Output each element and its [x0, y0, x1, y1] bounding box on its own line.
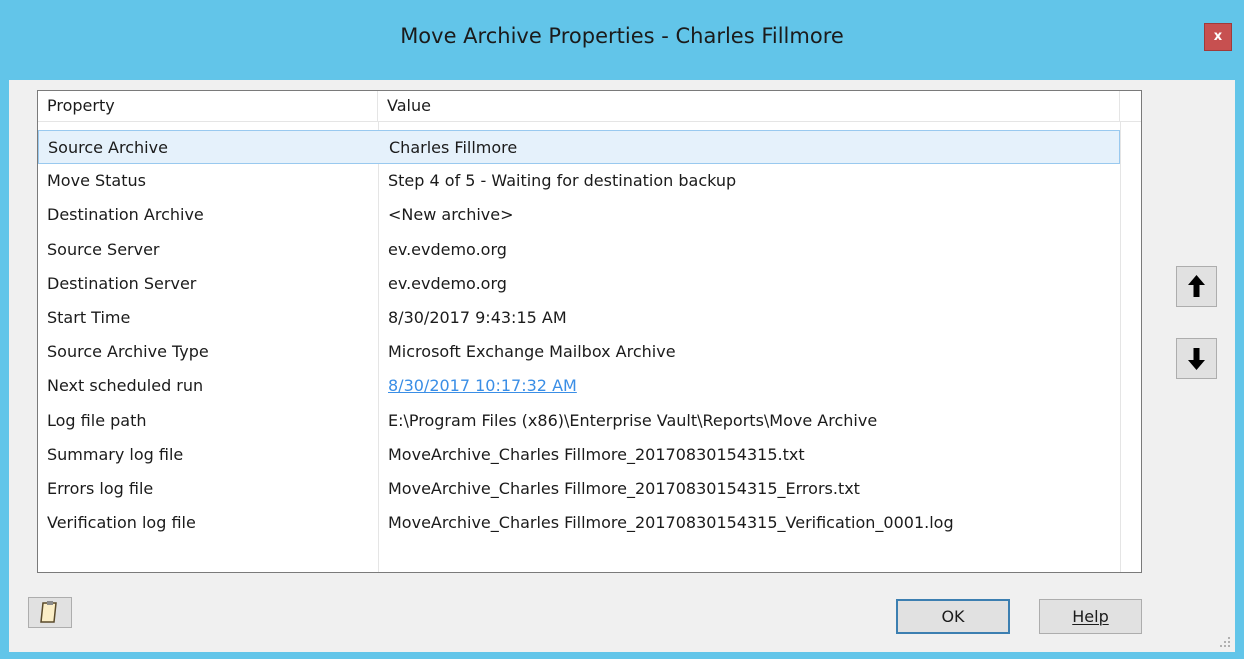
properties-grid[interactable]: Property Value Source Archive Charles Fil…	[37, 90, 1142, 573]
table-row[interactable]: Next scheduled run 8/30/2017 10:17:32 AM	[38, 369, 1120, 403]
value-cell: Microsoft Exchange Mailbox Archive	[388, 342, 676, 362]
property-cell: Source Archive	[48, 138, 168, 157]
table-row[interactable]: Errors log file MoveArchive_Charles Fillm…	[38, 472, 1120, 506]
close-button[interactable]: x	[1204, 23, 1232, 51]
value-cell: MoveArchive_Charles Fillmore_20170830154…	[388, 444, 805, 464]
table-row[interactable]: Destination Archive <New archive>	[38, 198, 1120, 232]
property-cell: Source Archive Type	[47, 342, 209, 362]
value-cell: ev.evdemo.org	[388, 239, 507, 259]
copy-to-clipboard-button[interactable]	[28, 597, 72, 628]
table-row[interactable]: Summary log file MoveArchive_Charles Fill…	[38, 438, 1120, 472]
dialog-body: Property Value Source Archive Charles Fil…	[9, 80, 1235, 652]
value-cell: MoveArchive_Charles Fillmore_20170830154…	[388, 513, 954, 533]
grid-header: Property Value	[38, 91, 1141, 122]
value-cell: E:\Program Files (x86)\Enterprise Vault\…	[388, 410, 878, 430]
property-cell: Verification log file	[47, 513, 196, 533]
property-cell: Errors log file	[47, 479, 154, 498]
property-cell: Log file path	[47, 410, 147, 430]
table-row[interactable]: Destination Server ev.evdemo.org	[38, 267, 1120, 301]
move-down-button[interactable]	[1176, 338, 1217, 379]
table-row[interactable]: Source Archive Type Microsoft Exchange Ma…	[38, 335, 1120, 369]
value-cell: 8/30/2017 9:43:15 AM	[388, 308, 567, 327]
window-title: Move Archive Properties - Charles Fillmo…	[400, 24, 844, 48]
table-row[interactable]: Log file path E:\Program Files (x86)\Ente…	[38, 404, 1120, 438]
column-header-property[interactable]: Property	[38, 91, 378, 121]
column-divider	[1120, 121, 1121, 572]
table-row[interactable]: Verification log file MoveArchive_Charles…	[38, 506, 1120, 540]
column-header-value[interactable]: Value	[378, 91, 1120, 121]
help-button[interactable]: Help	[1039, 599, 1142, 634]
resize-grip-icon[interactable]	[1219, 636, 1231, 648]
property-cell: Summary log file	[47, 444, 184, 464]
value-cell: MoveArchive_Charles Fillmore_20170830154…	[388, 479, 860, 498]
value-cell: Step 4 of 5 - Waiting for destination ba…	[388, 171, 737, 191]
table-row[interactable]: Move Status Step 4 of 5 - Waiting for des…	[38, 164, 1120, 198]
move-up-button[interactable]	[1176, 266, 1217, 307]
property-cell: Move Status	[47, 171, 146, 191]
table-row[interactable]: Start Time 8/30/2017 9:43:15 AM	[38, 301, 1120, 335]
property-cell: Next scheduled run	[47, 376, 204, 396]
next-run-link[interactable]: 8/30/2017 10:17:32 AM	[388, 369, 577, 403]
property-cell: Destination Archive	[47, 205, 204, 225]
help-label: Help	[1072, 607, 1109, 626]
table-row[interactable]: Source Archive Charles Fillmore	[38, 130, 1120, 164]
arrow-up-icon	[1188, 275, 1205, 297]
table-row[interactable]: Source Server ev.evdemo.org	[38, 233, 1120, 267]
ok-button[interactable]: OK	[896, 599, 1010, 634]
clipboard-icon	[40, 601, 57, 623]
title-bar: Move Archive Properties - Charles Fillmo…	[0, 0, 1244, 80]
value-cell: Charles Fillmore	[389, 138, 518, 157]
value-cell: <New archive>	[388, 205, 514, 225]
value-cell: ev.evdemo.org	[388, 273, 507, 293]
property-cell: Start Time	[47, 308, 131, 327]
property-cell: Source Server	[47, 239, 160, 259]
property-cell: Destination Server	[47, 273, 197, 293]
arrow-down-icon	[1188, 348, 1205, 370]
